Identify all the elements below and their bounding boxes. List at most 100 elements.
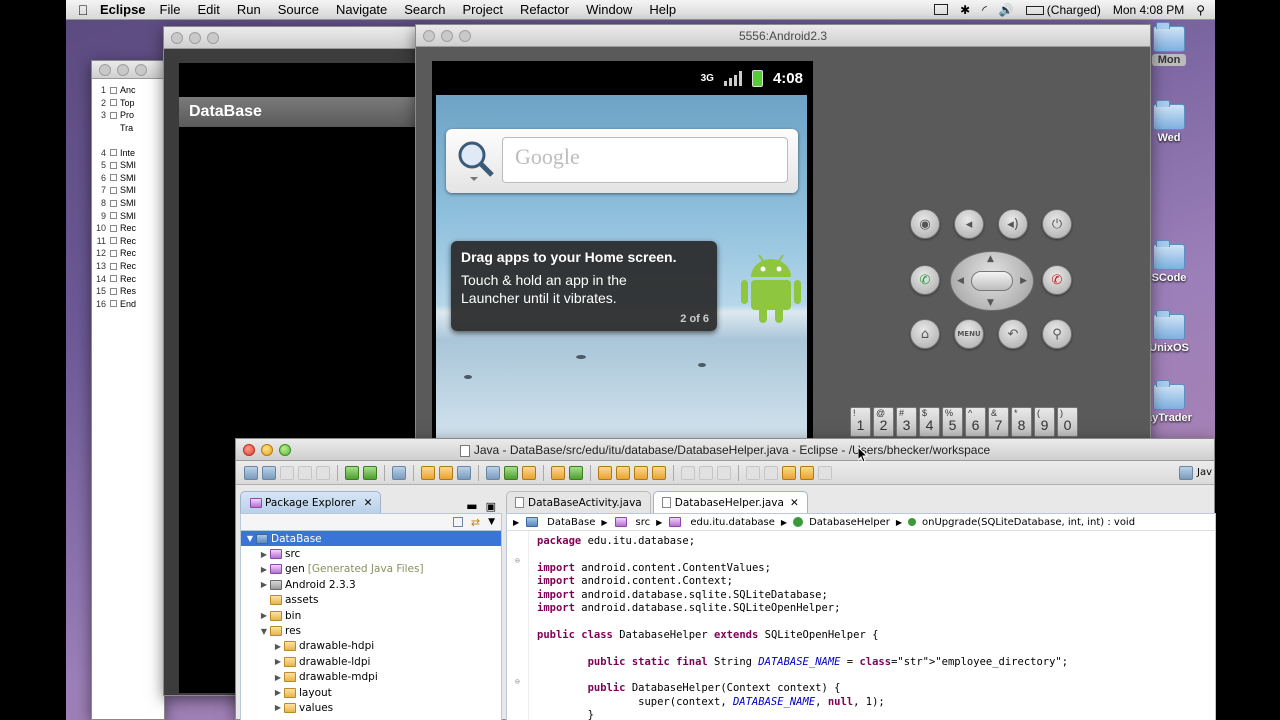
new-dropdown-icon[interactable]	[262, 465, 276, 480]
expand-icon[interactable]	[110, 212, 117, 220]
chevron-right-icon[interactable]: ▶	[273, 657, 283, 666]
back-arrow-icon[interactable]	[782, 465, 796, 480]
close-icon[interactable]	[171, 32, 183, 44]
android-sdk-icon[interactable]	[345, 465, 359, 480]
volume-up-button[interactable]: ◂)	[998, 209, 1028, 239]
view-menu-icon[interactable]: ▼	[488, 517, 495, 527]
keyboard-key[interactable]: ) 0	[1057, 407, 1078, 437]
open-perspective-icon[interactable]	[1179, 465, 1193, 480]
outline-line[interactable]: Tra	[92, 122, 164, 135]
dpad-down-icon[interactable]: ▼	[987, 298, 994, 308]
dpad-center-button[interactable]	[971, 271, 1013, 291]
outline-line[interactable]: 6 SMI	[92, 172, 164, 185]
open-type-icon[interactable]	[551, 465, 565, 480]
outline-line[interactable]: 12 Rec	[92, 247, 164, 260]
home-tip-bubble[interactable]: Drag apps to your Home screen. Touch & h…	[451, 241, 717, 331]
chevron-down-icon[interactable]: ▼	[259, 627, 269, 636]
power-button[interactable]: ⏻	[1042, 209, 1072, 239]
checkbox-icon[interactable]	[392, 465, 406, 480]
tree-item[interactable]: ▶ Android 2.3.3	[241, 577, 501, 592]
open-folder-icon[interactable]	[598, 465, 612, 480]
outline-line[interactable]: 13 Rec	[92, 260, 164, 273]
tree-item[interactable]: ▶ drawable-mdpi	[241, 670, 501, 685]
android-robot-icon[interactable]	[739, 249, 801, 323]
outline-line[interactable]: 3 Pro	[92, 109, 164, 122]
battery-status[interactable]: (Charged)	[1025, 3, 1101, 17]
tree-item[interactable]: assets	[241, 593, 501, 608]
tree-item[interactable]: ▶ layout	[241, 685, 501, 700]
avd-manager-icon[interactable]	[363, 465, 377, 480]
tree-item[interactable]: ▶ gen [Generated Java Files]	[241, 562, 501, 577]
keyboard-key[interactable]: @2	[873, 407, 894, 437]
android-home-screen[interactable]: Google Drag apps to your Home screen. To…	[436, 95, 807, 445]
menu-refactor[interactable]: Refactor	[520, 2, 569, 17]
expand-icon[interactable]	[110, 249, 117, 257]
menu-run[interactable]: Run	[237, 2, 261, 17]
external-tools-icon[interactable]	[522, 465, 536, 480]
keyboard-key[interactable]: $4	[919, 407, 940, 437]
zoom-icon[interactable]	[459, 30, 471, 42]
print-icon[interactable]	[316, 465, 330, 480]
breadcrumb-class[interactable]: DatabaseHelper	[809, 517, 890, 528]
chevron-right-icon[interactable]: ▶	[273, 642, 283, 651]
breadcrumb-project[interactable]: DataBase	[547, 517, 595, 528]
keyboard-key[interactable]: ^ 6	[965, 407, 986, 437]
new-icon[interactable]	[244, 465, 258, 480]
outline-line[interactable]: 7 SMI	[92, 184, 164, 197]
keyboard-key[interactable]: #3	[896, 407, 917, 437]
keyboard-key[interactable]: & 7	[988, 407, 1009, 437]
minimize-icon[interactable]	[117, 64, 129, 76]
display-icon[interactable]	[934, 4, 949, 15]
outline-line[interactable]: 5 SMI	[92, 159, 164, 172]
minimize-icon[interactable]	[189, 32, 201, 44]
zoom-icon[interactable]	[135, 64, 147, 76]
google-search-input[interactable]: Google	[502, 137, 788, 183]
menu-button[interactable]: MENU	[954, 319, 984, 349]
menu-search[interactable]: Search	[404, 2, 445, 17]
dpad-left-icon[interactable]: ◀	[957, 276, 964, 286]
outline-line[interactable]: 11 Rec	[92, 235, 164, 248]
link-with-editor-icon[interactable]: ⇄	[471, 516, 480, 529]
new-class-icon[interactable]	[457, 465, 471, 480]
expand-icon[interactable]	[110, 275, 117, 283]
close-tab-icon[interactable]: ✕	[364, 497, 373, 509]
search-icon[interactable]	[454, 137, 496, 183]
open-file-icon[interactable]	[634, 465, 648, 480]
expand-icon[interactable]	[110, 111, 117, 119]
close-tab-icon[interactable]: ✕	[790, 497, 799, 509]
camera-button[interactable]: ◉	[910, 209, 940, 239]
dpad[interactable]: ▲ ◀ ▶ ▼	[950, 251, 1034, 311]
expand-icon[interactable]	[110, 300, 117, 308]
menu-project[interactable]: Project	[462, 2, 502, 17]
outline-line[interactable]: 1 Anc	[92, 84, 164, 97]
volume-down-button[interactable]: ◂	[954, 209, 984, 239]
menu-file[interactable]: File	[160, 2, 181, 17]
new-java-project-icon[interactable]	[421, 465, 435, 480]
menu-help[interactable]: Help	[649, 2, 676, 17]
breadcrumb-package[interactable]: edu.itu.database	[690, 517, 775, 528]
expand-icon[interactable]	[110, 161, 117, 169]
chevron-right-icon[interactable]: ▶	[259, 580, 269, 589]
chevron-right-icon[interactable]: ▶	[259, 550, 269, 559]
keyboard-key[interactable]: ! 1	[850, 407, 871, 437]
expand-icon[interactable]	[110, 174, 117, 182]
chevron-down-icon[interactable]: ▼	[245, 534, 255, 543]
expand-icon[interactable]	[110, 262, 117, 270]
fold-icon[interactable]: ⊖	[515, 677, 520, 686]
volume-icon[interactable]: 🔊	[999, 3, 1014, 17]
menu-window[interactable]: Window	[586, 2, 632, 17]
menu-source[interactable]: Source	[278, 2, 319, 17]
outline-line[interactable]: 15 Res	[92, 285, 164, 298]
wifi-icon[interactable]: ◜	[982, 3, 987, 17]
save-all-icon[interactable]	[298, 465, 312, 480]
search-button[interactable]: ⚲	[1042, 319, 1072, 349]
call-button[interactable]: ✆	[910, 265, 940, 295]
fold-icon[interactable]: ⊖	[515, 556, 520, 565]
minimize-view-icon[interactable]: ▬	[466, 499, 477, 513]
java-perspective-button[interactable]: Jav	[1197, 467, 1212, 478]
minimize-icon[interactable]	[261, 444, 273, 456]
package-explorer-tab[interactable]: Package Explorer ✕	[240, 491, 382, 513]
zoom-icon[interactable]	[279, 444, 291, 456]
outline-line[interactable]: 10 Rec	[92, 222, 164, 235]
keyboard-key[interactable]: * 8	[1011, 407, 1032, 437]
